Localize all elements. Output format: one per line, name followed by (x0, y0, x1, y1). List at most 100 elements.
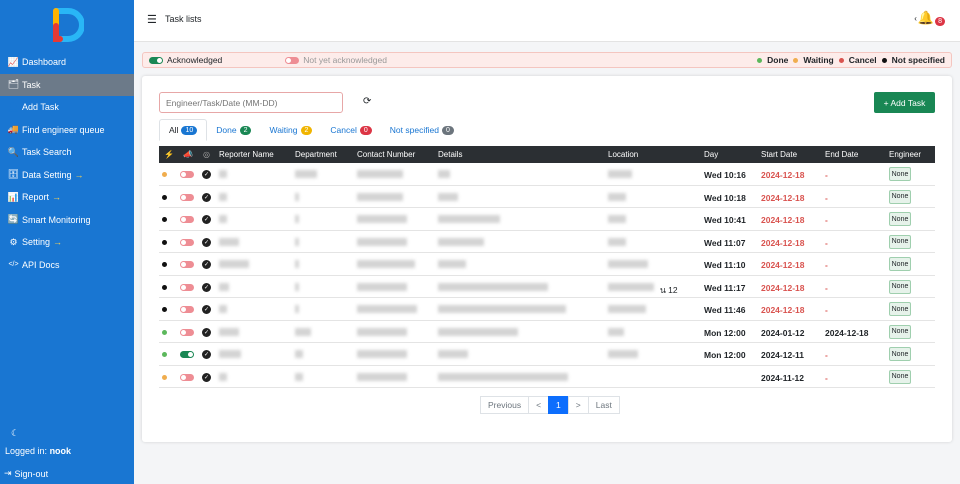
ack-toggle[interactable] (180, 328, 194, 336)
ack-toggle[interactable] (180, 306, 194, 313)
engineer-button[interactable]: None (889, 167, 911, 181)
ack-toggle[interactable] (180, 238, 194, 246)
arrow-right-icon: → (52, 192, 62, 203)
chevron-circle-icon[interactable]: ✓ (202, 192, 211, 202)
signout-button[interactable]: ⇥ Sign-out (4, 468, 48, 479)
ack-toggle[interactable] (180, 171, 194, 178)
sidebar-item-setting[interactable]: ⚙ Setting → (0, 231, 134, 254)
tab-done[interactable]: Done 2 (207, 119, 260, 141)
last-button[interactable]: Last (587, 396, 620, 414)
tab-not-specified[interactable]: Not specified 0 (381, 119, 463, 141)
column-header[interactable]: Start Date (761, 150, 797, 159)
redacted-cell (438, 260, 466, 268)
redacted-cell (438, 372, 568, 381)
column-header[interactable]: End Date (825, 150, 858, 159)
status-tabs: All 10 Done 2 Waiting 2 Cancel 0 Not specified 0 (159, 119, 463, 141)
chevron-circle-icon[interactable]: ✓ (202, 372, 211, 382)
sidebar-item-smart-monitoring[interactable]: 🔄 Smart Monitoring (0, 209, 134, 232)
signout-label: Sign-out (14, 468, 49, 479)
engineer-button[interactable]: None (889, 212, 911, 226)
table-row[interactable]: ✓ Wed 11:07 2024-12-18 - None (159, 231, 935, 253)
engineer-button[interactable]: None (889, 324, 911, 339)
engineer-button[interactable]: None (889, 189, 911, 204)
sidebar-item-report[interactable]: 📊 Report → (0, 186, 134, 209)
chevron-circle-icon[interactable]: ✓ (202, 305, 211, 314)
add-task-button[interactable]: + Add Task (874, 92, 935, 113)
redacted-cell (219, 237, 239, 246)
engineer-button[interactable]: None (889, 369, 911, 384)
end-date-cell: - (825, 305, 828, 315)
redacted-cell (295, 215, 299, 223)
prev-page-button[interactable]: < (528, 396, 550, 414)
sidebar-item-find-engineer-queue[interactable]: 🚚 Find engineer queue (0, 119, 134, 142)
redacted-cell (438, 215, 500, 223)
sidebar-item-task[interactable]: 🗂 Task (0, 73, 134, 96)
bell-icon[interactable]: 🔔 (918, 10, 934, 26)
table-row[interactable]: ✓ Mon 12:00 2024-01-12 2024-12-18 None (159, 321, 935, 343)
engineer-button[interactable]: None (889, 257, 911, 271)
engineer-button[interactable]: None (889, 279, 911, 294)
tab-all[interactable]: All 10 (159, 119, 208, 141)
table-row[interactable]: ✓ Wed 11:10 2024-12-18 - None (159, 253, 935, 276)
refresh-icon[interactable]: ⟳ (363, 96, 371, 107)
table-row[interactable]: ✓ Wed 10:18 2024-12-18 - None (159, 186, 935, 208)
sidebar-item-data-setting[interactable]: 🗄 Data Setting → (0, 164, 134, 187)
dark-mode-icon[interactable]: ☾ (11, 428, 19, 439)
ack-toggle[interactable] (180, 193, 194, 201)
ack-toggle[interactable] (180, 373, 194, 381)
sidebar-item-task-search[interactable]: 🔍 Task Search (0, 141, 134, 164)
tab-cancel[interactable]: Cancel 0 (321, 119, 380, 141)
sidebar-item-label: Report (22, 192, 50, 203)
done-dot-icon (757, 57, 763, 63)
previous-button[interactable]: Previous (480, 396, 530, 414)
sidebar-item-label: Task Search (22, 147, 72, 158)
redacted-cell (438, 237, 484, 246)
notifications[interactable]: ‹ 🔔 8 (914, 10, 945, 26)
tab-waiting[interactable]: Waiting 2 (260, 119, 321, 141)
chevron-circle-icon[interactable]: ✓ (202, 327, 211, 337)
current-page-button[interactable]: 1 (548, 396, 569, 414)
next-page-button[interactable]: > (567, 396, 589, 414)
engineer-button[interactable]: None (889, 234, 911, 249)
sidebar-item-api-docs[interactable]: </> API Docs (0, 254, 134, 277)
engineer-button[interactable]: None (889, 302, 911, 316)
chevron-circle-icon[interactable]: ✓ (202, 350, 211, 359)
redacted-cell (357, 372, 407, 381)
sidebar-item-add-task[interactable]: 👤 Add Task (0, 96, 134, 119)
waiting-dot-icon (793, 57, 799, 63)
redacted-cell (608, 192, 626, 201)
redacted-cell (219, 260, 249, 268)
table-row[interactable]: ✓ 2024-11-12 - None (159, 366, 935, 388)
table-row[interactable]: ✓ Wed 10:16 2024-12-18 - None (159, 163, 935, 186)
legend-done: Done (767, 55, 789, 65)
chevron-circle-icon[interactable]: ✓ (202, 260, 211, 269)
column-header[interactable]: Department (295, 150, 337, 159)
chevron-circle-icon[interactable]: ✓ (202, 215, 211, 224)
ack-toggle[interactable] (180, 351, 194, 358)
column-header[interactable]: Engineer (889, 150, 921, 159)
search-input[interactable] (159, 92, 343, 113)
sidebar-item-dashboard[interactable]: 📈 Dashboard (0, 51, 134, 74)
legend-waiting: Waiting (803, 55, 834, 65)
topbar: ☰ Task lists ‹ 🔔 8 (134, 0, 960, 42)
table-row[interactable]: ✓ Wed 11:46 2024-12-18 - None (159, 298, 935, 321)
task-card: ⟳ + Add Task All10Done2Waiting2Cancel0No… (142, 76, 952, 442)
check-circle-icon: ◎ (203, 150, 210, 159)
ack-toggle[interactable] (180, 283, 194, 291)
table-row[interactable]: ✓ Wed 10:41 2024-12-18 - None (159, 208, 935, 231)
table-row[interactable]: ✓ น 12 Wed 11:17 2024-12-18 - None (159, 276, 935, 298)
column-header[interactable]: Details (438, 150, 462, 159)
hamburger-menu-icon[interactable]: ☰ (147, 13, 157, 26)
redacted-cell (357, 282, 407, 291)
chevron-circle-icon[interactable]: ✓ (202, 282, 211, 292)
column-header[interactable]: Contact Number (357, 150, 415, 159)
table-row[interactable]: ✓ Mon 12:00 2024-12-11 - None (159, 343, 935, 366)
column-header[interactable]: Location (608, 150, 638, 159)
column-header[interactable]: Day (704, 150, 718, 159)
ack-toggle[interactable] (180, 216, 194, 223)
column-header[interactable]: Reporter Name (219, 150, 274, 159)
chevron-circle-icon[interactable]: ✓ (202, 237, 211, 247)
ack-toggle[interactable] (180, 261, 194, 268)
engineer-button[interactable]: None (889, 347, 911, 361)
chevron-circle-icon[interactable]: ✓ (202, 170, 211, 179)
